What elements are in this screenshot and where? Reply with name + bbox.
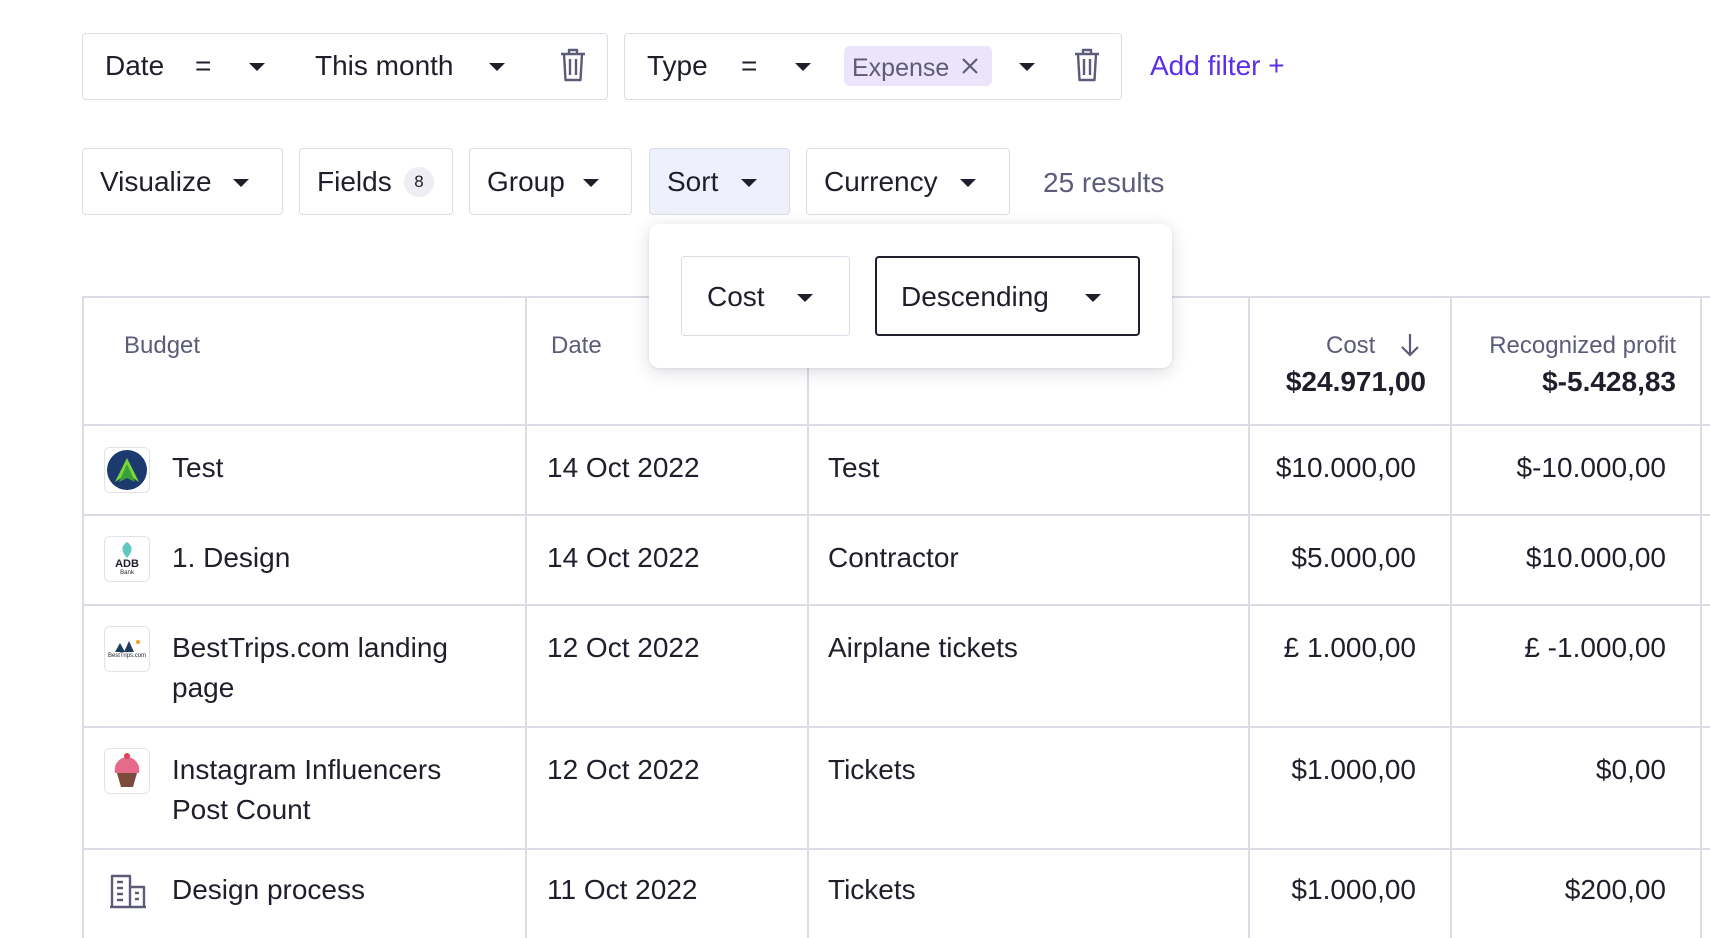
- budget-name-line2[interactable]: page: [172, 668, 234, 708]
- row-cost: £ 1.000,00: [1283, 632, 1416, 663]
- row-date: 11 Oct 2022: [547, 874, 698, 905]
- table-row[interactable]: ADB Bank 1. Design 14 Oct 2022 Contracto…: [82, 516, 1700, 604]
- sort-popover: Cost Descending: [649, 224, 1172, 368]
- sort-field-value: Cost: [707, 281, 765, 312]
- sort-field-select[interactable]: Cost: [681, 256, 850, 336]
- chevron-down-icon: [797, 294, 813, 302]
- tree-logo-icon: [104, 447, 150, 493]
- budget-name[interactable]: Design process: [172, 870, 365, 910]
- row-profit: $-10.000,00: [1516, 452, 1666, 483]
- sort-direction-select[interactable]: Descending: [875, 256, 1140, 336]
- table-row[interactable]: BestTrips.com BestTrips.com landing page…: [82, 606, 1700, 726]
- budget-name-line1[interactable]: BestTrips.com landing: [172, 628, 448, 668]
- table-row[interactable]: Design process 11 Oct 2022 Tickets $1.00…: [82, 850, 1700, 938]
- row-type: Airplane tickets: [828, 632, 1018, 663]
- adb-bank-logo-icon: ADB Bank: [104, 536, 150, 582]
- adb-logo-subtext: Bank: [120, 570, 134, 576]
- row-date: 14 Oct 2022: [547, 452, 700, 483]
- data-table: Budget Date Cost $24.971,00 Recognized p…: [0, 0, 1710, 938]
- arrow-down-icon[interactable]: [1399, 332, 1421, 363]
- column-header-budget[interactable]: Budget: [124, 332, 200, 360]
- row-cost: $5.000,00: [1291, 542, 1416, 573]
- row-type: Tickets: [828, 754, 916, 785]
- row-cost: $1.000,00: [1291, 874, 1416, 905]
- table-row[interactable]: Instagram Influencers Post Count 12 Oct …: [82, 728, 1700, 848]
- row-date: 12 Oct 2022: [547, 632, 700, 663]
- row-cost: $1.000,00: [1291, 754, 1416, 785]
- row-date: 14 Oct 2022: [547, 542, 700, 573]
- chevron-down-icon: [1085, 294, 1101, 302]
- besttrips-logo-text: BestTrips.com: [107, 652, 147, 659]
- budget-name-line1[interactable]: Instagram Influencers: [172, 750, 441, 790]
- column-header-cost[interactable]: Cost: [1326, 332, 1375, 360]
- sort-direction-value: Descending: [901, 281, 1049, 312]
- column-header-date[interactable]: Date: [551, 332, 602, 360]
- budget-name[interactable]: Test: [172, 448, 223, 488]
- row-profit: $200,00: [1564, 874, 1666, 905]
- recognized-profit-total: $-5.428,83: [1542, 366, 1676, 397]
- table-row[interactable]: Test 14 Oct 2022 Test $10.000,00 $-10.00…: [82, 426, 1700, 514]
- row-cost: $10.000,00: [1275, 452, 1416, 483]
- building-icon: [109, 873, 147, 914]
- row-type: Contractor: [828, 542, 959, 573]
- row-date: 12 Oct 2022: [547, 754, 700, 785]
- besttrips-logo-icon: BestTrips.com: [104, 626, 150, 672]
- budget-name-line2[interactable]: Post Count: [172, 790, 311, 830]
- column-divider: [1700, 296, 1702, 938]
- adb-logo-text: ADB: [115, 558, 139, 570]
- row-type: Tickets: [828, 874, 916, 905]
- budget-name[interactable]: 1. Design: [172, 538, 290, 578]
- row-profit: $10.000,00: [1525, 542, 1666, 573]
- cupcake-logo-icon: [104, 748, 150, 794]
- row-profit: £ -1.000,00: [1524, 632, 1666, 663]
- cost-total: $24.971,00: [1285, 366, 1426, 397]
- column-header-recognized-profit[interactable]: Recognized profit: [1489, 332, 1676, 360]
- row-type: Test: [828, 452, 880, 483]
- row-profit: $0,00: [1595, 754, 1666, 785]
